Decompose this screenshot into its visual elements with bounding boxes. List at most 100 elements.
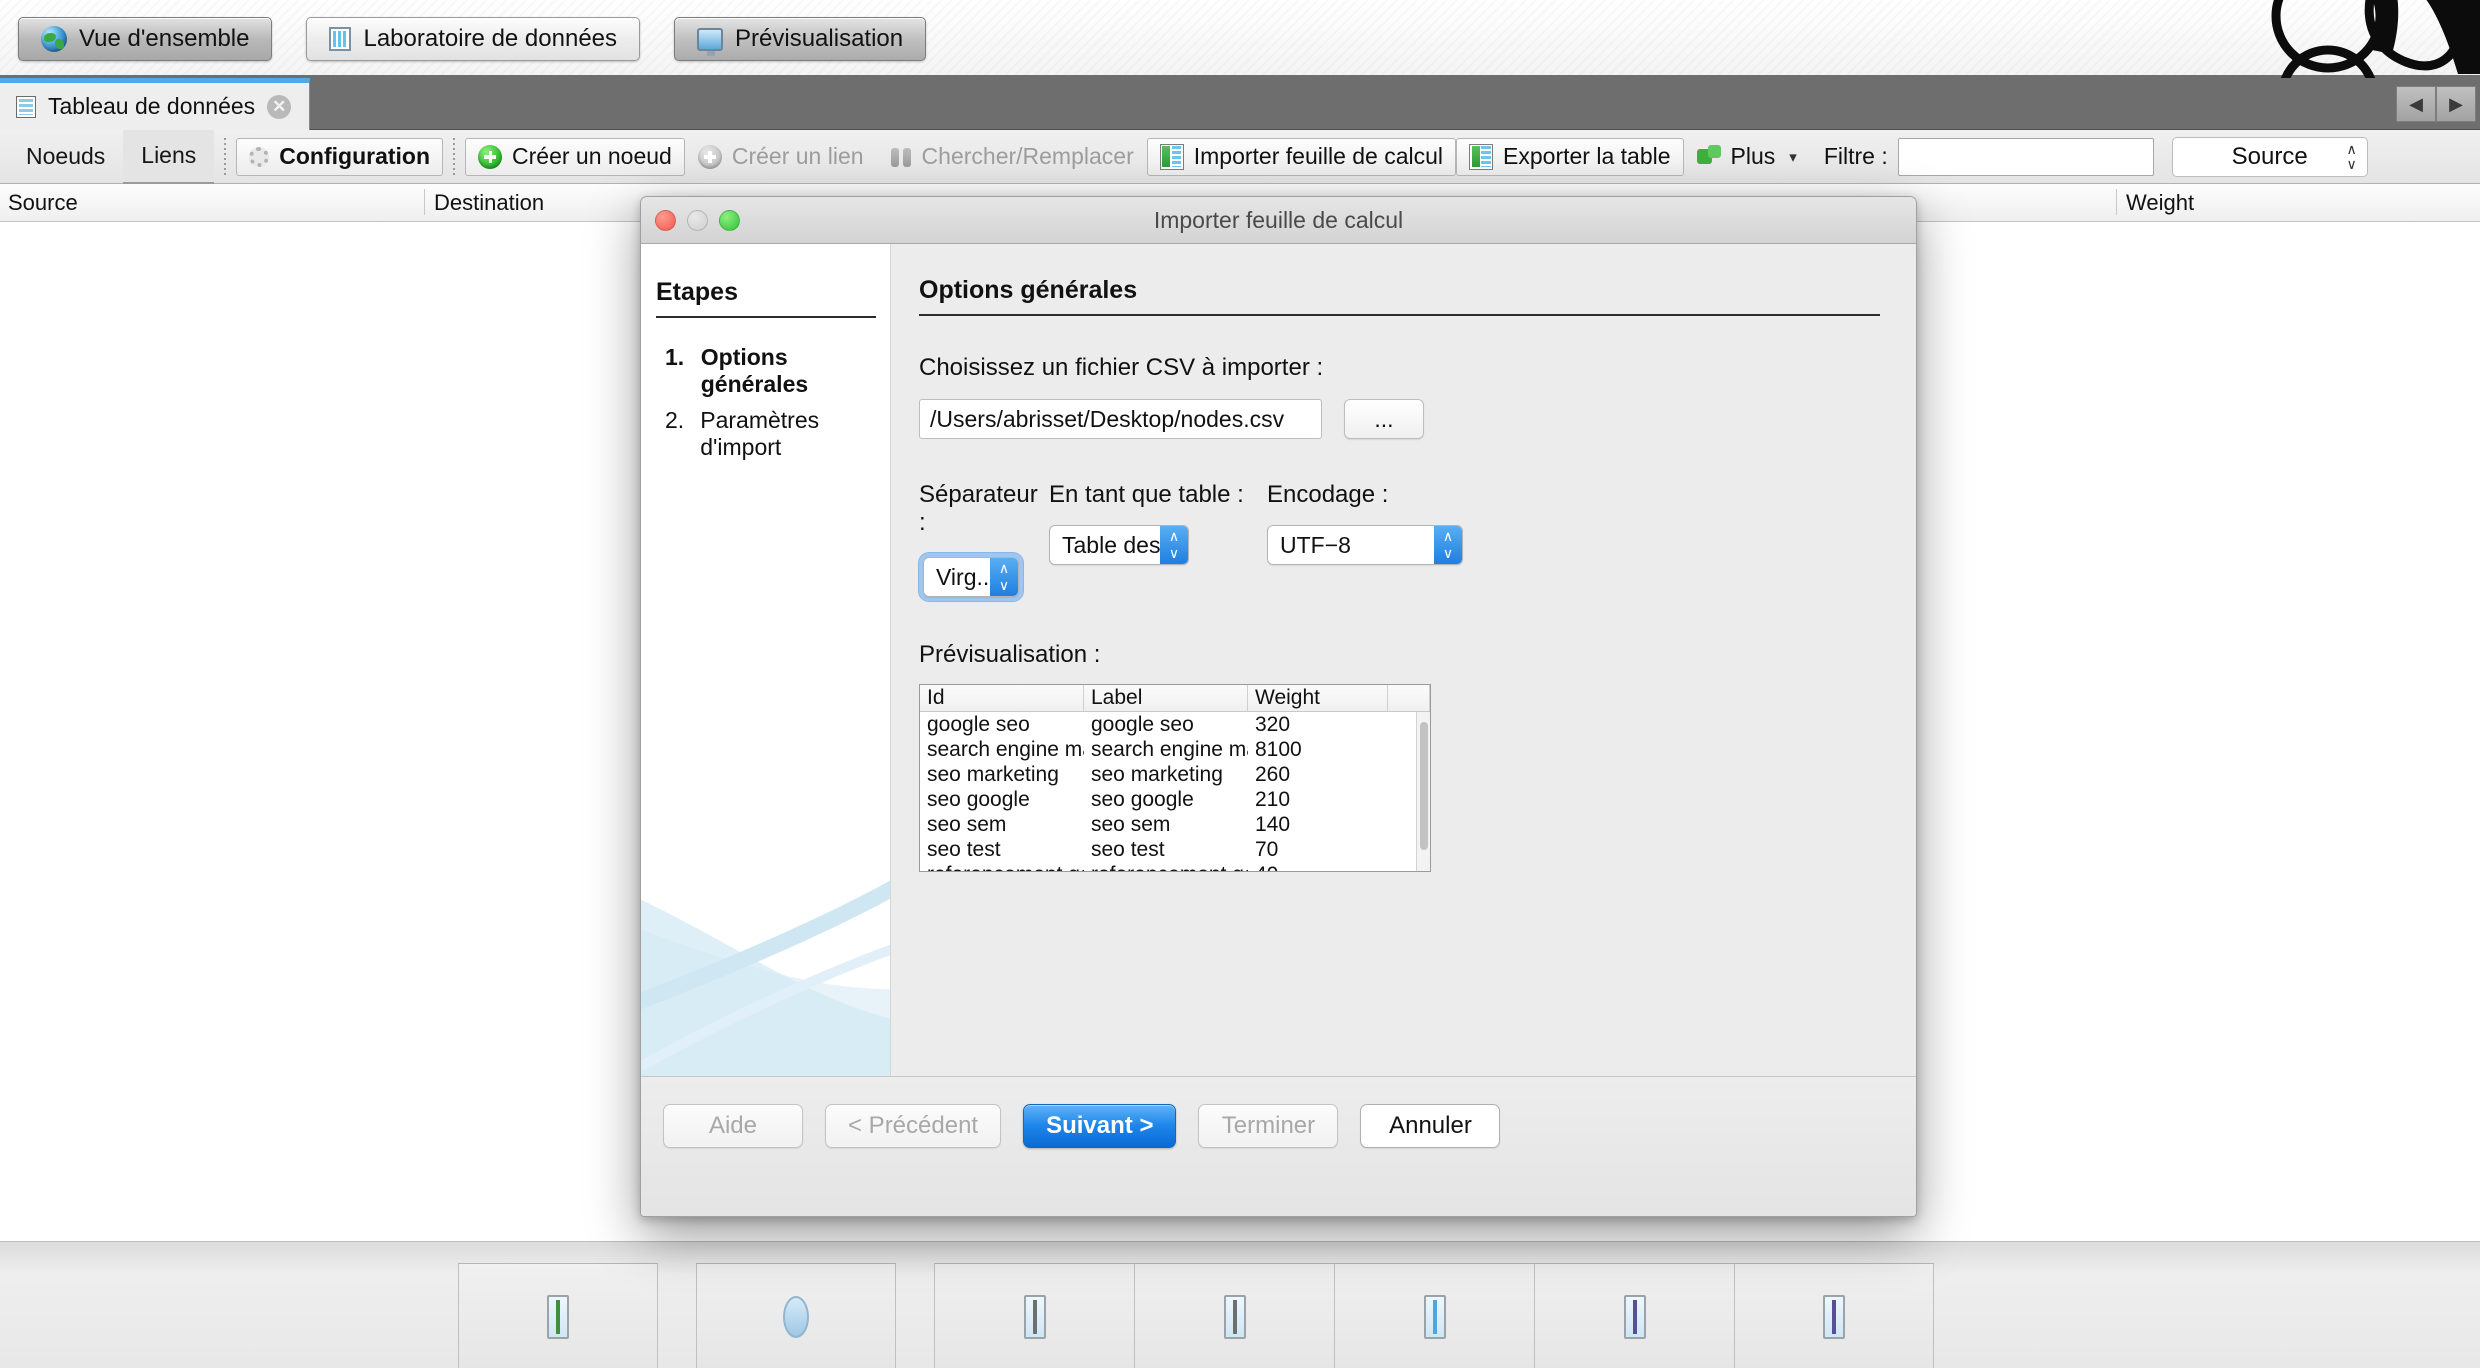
- window-controls[interactable]: [655, 210, 740, 231]
- step-item-2[interactable]: 2. Paramètres d'import: [665, 407, 890, 461]
- preview-column-id[interactable]: Id: [920, 685, 1084, 711]
- configuration-button[interactable]: Configuration: [236, 137, 444, 176]
- status-cell-2[interactable]: [696, 1263, 896, 1368]
- tab-scroll-buttons[interactable]: ◀ ▶: [2396, 86, 2476, 122]
- encoding-group: Encodage : UTF−8 ∧ ∨: [1267, 481, 1487, 601]
- separator-select[interactable]: Virg... ∧ ∨: [923, 557, 1019, 597]
- toolbar-separator: [453, 137, 456, 176]
- preview-column-label[interactable]: Label: [1084, 685, 1248, 711]
- close-window-icon[interactable]: [655, 210, 676, 231]
- cell-label: seo sem: [1091, 813, 1171, 836]
- column-divider[interactable]: [424, 189, 425, 215]
- file-path-input[interactable]: /Users/abrisset/Desktop/nodes.csv: [919, 399, 1322, 439]
- terminer-button[interactable]: Terminer: [1198, 1104, 1339, 1148]
- cell-label: referencement goo...: [1084, 862, 1248, 871]
- as-table-group: En tant que table : Table des... ∧ ∨: [1049, 481, 1267, 601]
- column-divider[interactable]: [2116, 189, 2117, 215]
- creer-un-noeud-button[interactable]: Créer un noeud: [465, 137, 685, 176]
- cell-label: google seo: [1091, 713, 1194, 736]
- chevron-down-icon: ▾: [1789, 148, 1797, 166]
- zoom-window-icon[interactable]: [719, 210, 740, 231]
- table-row[interactable]: seo marketing seo marketing 260: [920, 762, 1430, 787]
- aide-button[interactable]: Aide: [663, 1104, 803, 1148]
- cell-label: seo marketing: [1091, 763, 1223, 786]
- stepper-icon[interactable]: ∧ ∨: [1434, 526, 1462, 564]
- stepper-icon[interactable]: ∧ ∨: [990, 558, 1018, 596]
- table-row[interactable]: referencement goo... referencement goo..…: [920, 862, 1430, 871]
- importer-feuille-de-calcul-button[interactable]: Importer feuille de calcul: [1146, 137, 1457, 176]
- grid-icon: [329, 27, 352, 51]
- preview-scrollbar-thumb[interactable]: [1420, 722, 1428, 850]
- wave-decoration: [641, 880, 890, 1076]
- file-chooser-section: Choisissez un fichier CSV à importer : /…: [919, 354, 1880, 439]
- binoculars-icon: [890, 146, 912, 168]
- close-icon[interactable]: ✕: [267, 94, 292, 119]
- button-label: Plus: [1730, 143, 1776, 169]
- separator-label: Séparateur :: [919, 481, 1038, 536]
- cell-weight: 8100: [1255, 738, 1302, 761]
- status-cell-7[interactable]: [1734, 1263, 1934, 1368]
- encoding-value: UTF−8: [1280, 531, 1351, 558]
- table-row[interactable]: search engine mar... search engine mar..…: [920, 737, 1430, 762]
- table-row[interactable]: google seo google seo 320: [920, 712, 1430, 737]
- app-window: Vue d'ensemble Laboratoire de données Pr…: [0, 0, 2480, 1368]
- column-header-source[interactable]: Source: [8, 190, 78, 216]
- status-cell-3[interactable]: [934, 1263, 1134, 1368]
- preview-scrollbar[interactable]: [1416, 712, 1430, 871]
- main-view-tabs[interactable]: Vue d'ensemble Laboratoire de données Pr…: [18, 17, 927, 61]
- subtab-liens[interactable]: Liens: [123, 129, 215, 184]
- step-item-1[interactable]: 1. Options générales: [665, 344, 890, 398]
- browse-button[interactable]: ...: [1344, 399, 1424, 439]
- cell-id: google seo: [927, 713, 1030, 736]
- plus-menu-button[interactable]: Plus ▾: [1684, 138, 1810, 176]
- minimize-window-icon[interactable]: [687, 210, 708, 231]
- slider-purple-icon: [1623, 1294, 1646, 1339]
- stepper-icon[interactable]: ∧ ∨: [1160, 526, 1188, 564]
- document-tab-label: Tableau de données: [48, 93, 256, 119]
- precedent-button[interactable]: < Précédent: [825, 1104, 1002, 1148]
- toolbar-separator: [224, 137, 227, 176]
- table-row[interactable]: seo test seo test 70: [920, 837, 1430, 862]
- status-cell-5[interactable]: [1334, 1263, 1534, 1368]
- spreadsheet-icon: [1159, 143, 1184, 170]
- table-row[interactable]: seo sem seo sem 140: [920, 812, 1430, 837]
- column-header-destination[interactable]: Destination: [434, 190, 544, 216]
- separator-group: Séparateur : Virg... ∧ ∨: [919, 481, 1049, 601]
- document-tab-tableau-de-donnees[interactable]: Tableau de données ✕: [0, 78, 311, 130]
- step-number: 1.: [665, 344, 685, 370]
- encoding-select[interactable]: UTF−8 ∧ ∨: [1267, 525, 1463, 565]
- filter-input[interactable]: [1897, 137, 2154, 176]
- status-cells: [458, 1263, 1934, 1368]
- sheet-icon: [16, 95, 36, 118]
- button-label: Créer un noeud: [512, 143, 672, 169]
- steps-panel: Etapes 1. Options générales 2. Paramètre…: [641, 244, 891, 1076]
- tab-previsualisation[interactable]: Prévisualisation: [674, 17, 927, 61]
- step-number: 2.: [665, 407, 685, 433]
- preview-column-weight[interactable]: Weight: [1248, 685, 1388, 711]
- tab-vue-densemble[interactable]: Vue d'ensemble: [18, 17, 273, 61]
- tab-scroll-next-button[interactable]: ▶: [2436, 86, 2476, 122]
- preview-header-row: Id Label Weight: [920, 685, 1430, 712]
- exporter-la-table-button[interactable]: Exporter la table: [1456, 137, 1684, 176]
- separator-focus-ring: Virg... ∧ ∨: [919, 553, 1023, 601]
- monitor-icon: [697, 27, 724, 56]
- column-header-weight[interactable]: Weight: [2126, 190, 2194, 216]
- plus-circle-icon: [478, 144, 503, 169]
- table-row[interactable]: seo google seo google 210: [920, 787, 1430, 812]
- as-table-select[interactable]: Table des... ∧ ∨: [1049, 525, 1189, 565]
- suivant-button[interactable]: Suivant >: [1023, 1104, 1177, 1148]
- dialog-title-bar[interactable]: Importer feuille de calcul: [641, 197, 1916, 244]
- status-cell-6[interactable]: [1534, 1263, 1734, 1368]
- status-cell-4[interactable]: [1134, 1263, 1334, 1368]
- annuler-button[interactable]: Annuler: [1360, 1104, 1501, 1148]
- preview-table[interactable]: Id Label Weight google seo google seo 32…: [919, 684, 1431, 872]
- plus-circle-icon: [697, 144, 722, 169]
- button-label: Chercher/Remplacer: [921, 143, 1134, 169]
- encoding-label: Encodage :: [1267, 481, 1389, 508]
- tab-laboratoire-de-donnees[interactable]: Laboratoire de données: [306, 17, 641, 61]
- tab-scroll-prev-button[interactable]: ◀: [2396, 86, 2436, 122]
- subtab-noeuds[interactable]: Noeuds: [8, 130, 123, 184]
- source-column-select[interactable]: Source ∧ ∨: [2171, 136, 2368, 177]
- cell-weight: 260: [1255, 763, 1291, 786]
- status-cell-1[interactable]: [458, 1263, 658, 1368]
